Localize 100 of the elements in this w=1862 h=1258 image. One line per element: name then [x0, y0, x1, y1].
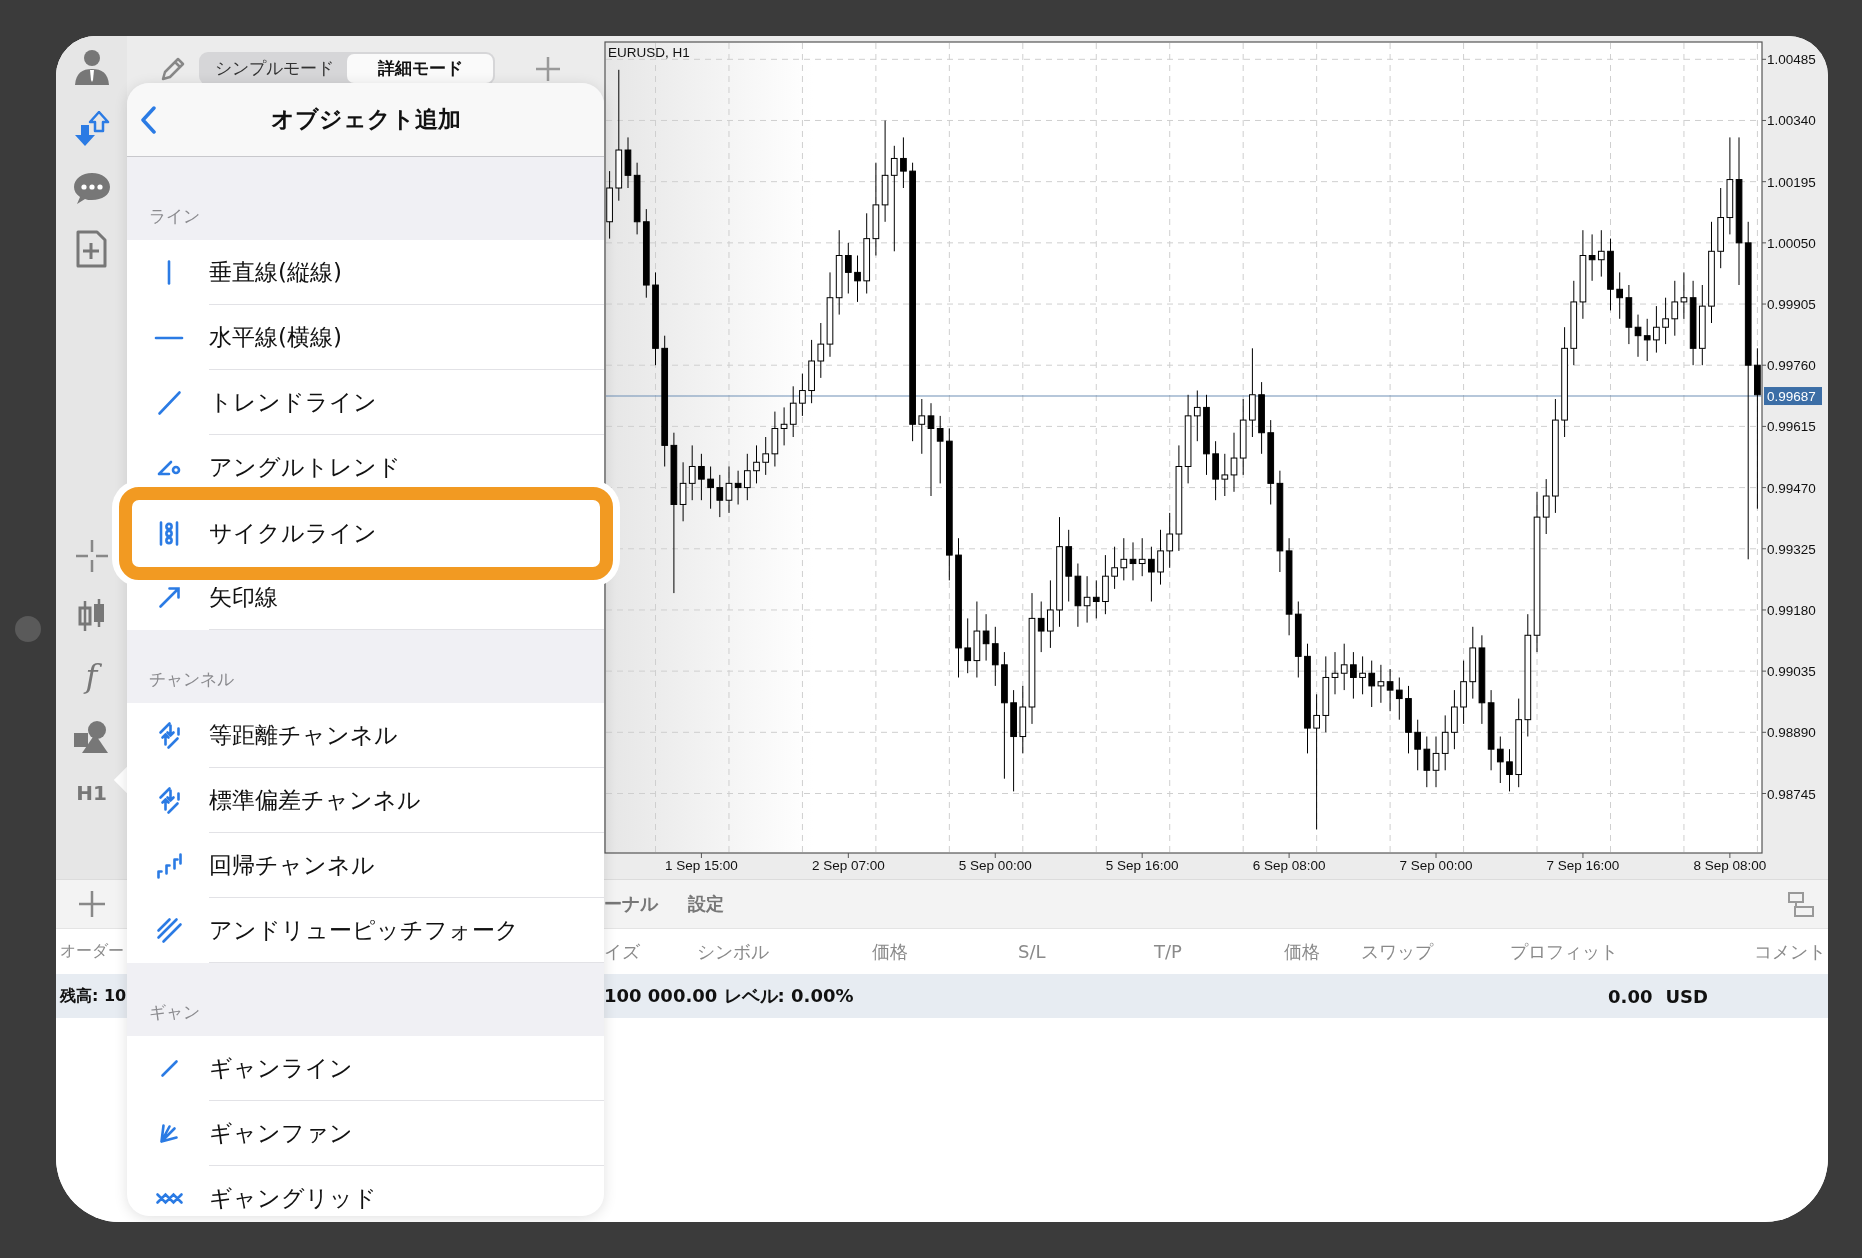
- symbol-label: EURUSD, H1: [608, 45, 690, 60]
- column-header: オーダー: [59, 941, 125, 962]
- candlestick: [1230, 432, 1238, 493]
- candlestick: [799, 373, 806, 417]
- candlestick: [1047, 579, 1054, 649]
- layout-icon[interactable]: [1788, 891, 1814, 917]
- user-icon[interactable]: [74, 50, 109, 85]
- horizontal-line-icon: [155, 335, 183, 340]
- cycle-lines-icon: [159, 521, 179, 546]
- candlestick: [789, 385, 797, 438]
- candlestick: [734, 470, 742, 505]
- column-header: プロフィット: [1510, 939, 1619, 964]
- menu-item[interactable]: アンドリューピッチフォーク: [127, 898, 604, 963]
- candlestick: [1111, 546, 1118, 590]
- account-summary: 100 000.00 レベル: 0.00%: [604, 984, 855, 1008]
- candlestick: [1662, 297, 1669, 345]
- column-header: T/P: [1154, 941, 1183, 962]
- menu-item[interactable]: 標準偏差チャンネル: [127, 768, 604, 833]
- column-header: 価格: [872, 939, 909, 964]
- price-label: 0.99180: [1767, 602, 1816, 618]
- shapes-icon[interactable]: [74, 721, 109, 754]
- mode-tab[interactable]: 詳細モード: [347, 54, 493, 83]
- panel-tab[interactable]: 設定: [688, 892, 724, 916]
- currency-label: USD: [1665, 985, 1708, 1007]
- candlestick: [1340, 643, 1348, 691]
- candlestick: [679, 461, 687, 522]
- angle-icon: [157, 459, 181, 476]
- candlestick: [890, 145, 898, 252]
- time-label: 2 Sep 07:00: [811, 858, 885, 873]
- column-header: イズ: [604, 939, 641, 964]
- candlestick: [1148, 546, 1155, 602]
- column-header: シンボル: [697, 939, 770, 964]
- candlestick: [1368, 660, 1376, 708]
- price-label: 0.99035: [1767, 664, 1816, 680]
- time-label: 7 Sep 00:00: [1399, 858, 1473, 873]
- panel-tab[interactable]: ーナル: [604, 892, 658, 916]
- candlestick: [1643, 318, 1651, 362]
- candlestick: [1166, 512, 1174, 569]
- profit-value: 0.00: [1608, 985, 1653, 1007]
- price-label: 0.99905: [1767, 297, 1816, 313]
- add-icon[interactable]: [78, 891, 105, 917]
- menu-item[interactable]: ギャンライン: [127, 1036, 604, 1101]
- candlestick: [1359, 655, 1366, 695]
- menu-item[interactable]: トレンドライン: [127, 370, 604, 435]
- vertical-line-icon: [167, 260, 171, 285]
- candlestick: [1588, 233, 1596, 282]
- menu-item[interactable]: 回帰チャンネル: [127, 833, 604, 898]
- candlestick: [1221, 453, 1229, 497]
- candlestick: [982, 613, 990, 662]
- back-icon[interactable]: [141, 106, 156, 134]
- candlestick: [1506, 748, 1513, 792]
- candlestick: [854, 255, 861, 303]
- balance-label: 残高: 10: [58, 985, 127, 1007]
- candlestick: [900, 136, 907, 189]
- timeframe-label[interactable]: H1: [76, 781, 107, 805]
- channel-icon: [158, 787, 180, 814]
- candlestick: [762, 436, 770, 476]
- popover-title: オブジェクト追加: [270, 105, 461, 134]
- parallel-lines-icon: [156, 918, 182, 943]
- candlestick: [1129, 541, 1137, 581]
- candlestick: [1441, 714, 1449, 771]
- mode-tab[interactable]: シンプルモード: [201, 54, 347, 83]
- candlestick: [698, 453, 705, 501]
- transfer-arrows-icon[interactable]: [73, 111, 110, 147]
- menu-item[interactable]: 水平線(横線): [127, 305, 604, 370]
- menu-item[interactable]: 等距離チャンネル: [127, 703, 604, 768]
- chat-icon[interactable]: [73, 173, 110, 204]
- candlestick: [844, 242, 852, 294]
- candlestick: [1083, 575, 1091, 624]
- candlestick: [1634, 314, 1642, 358]
- fan-icon: [160, 1124, 178, 1143]
- candlestick: [725, 466, 733, 514]
- current-price-label: 0.99687: [1764, 387, 1822, 405]
- candlestick-icon[interactable]: [77, 599, 106, 631]
- price-label: 1.00050: [1767, 235, 1816, 251]
- menu-item[interactable]: ギャンファン: [127, 1101, 604, 1166]
- price-label: 0.99760: [1767, 358, 1816, 374]
- ref-line-label: 0.99687: [1767, 389, 1816, 405]
- steps-icon: [156, 852, 182, 879]
- menu-item[interactable]: 垂直線(縦線): [127, 240, 604, 305]
- menu-item[interactable]: サイクルライン: [119, 487, 613, 580]
- price-label: 0.98745: [1767, 786, 1816, 802]
- pencil-icon[interactable]: [161, 56, 185, 81]
- candlestick: [1313, 693, 1320, 830]
- candlestick: [817, 322, 825, 379]
- crosshair-icon[interactable]: [75, 540, 108, 572]
- diagonal-line-icon: [157, 390, 181, 415]
- time-label: 7 Sep 16:00: [1546, 858, 1620, 873]
- new-document-icon[interactable]: [76, 230, 107, 268]
- candlestick: [1350, 651, 1357, 700]
- candlestick: [927, 402, 935, 497]
- add-icon[interactable]: [535, 55, 561, 82]
- candlestick: [1157, 529, 1164, 586]
- candlestick: [1653, 305, 1660, 354]
- channel-icon: [158, 722, 180, 749]
- candlestick: [936, 415, 944, 484]
- time-label: 6 Sep 08:00: [1252, 858, 1326, 873]
- price-label: 1.00340: [1767, 113, 1816, 129]
- time-label: 5 Sep 16:00: [1105, 858, 1179, 873]
- candlestick: [743, 453, 751, 501]
